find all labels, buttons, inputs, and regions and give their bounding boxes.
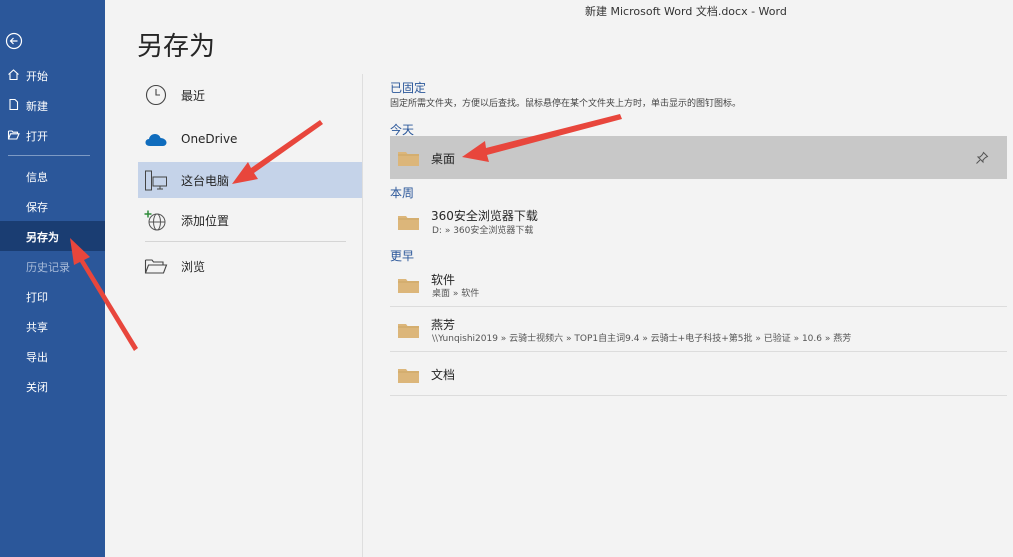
nav-item-label: 另存为 <box>26 231 59 244</box>
nav-item-share[interactable]: 共享 <box>0 311 105 341</box>
cloud-icon <box>144 129 168 151</box>
folder-path: D: » 360安全浏览器下载 <box>432 226 534 236</box>
folder-row-software[interactable]: 软件 桌面 » 软件 <box>390 263 1007 307</box>
folder-icon <box>398 322 419 338</box>
nav-item-label: 新建 <box>26 100 48 113</box>
folder-row-360-downloads[interactable]: 360安全浏览器下载 D: » 360安全浏览器下载 <box>390 200 1007 244</box>
nav-item-open[interactable]: 打开 <box>0 122 105 148</box>
column-divider <box>362 74 363 557</box>
nav-item-export[interactable]: 导出 <box>0 341 105 371</box>
folder-icon <box>398 214 419 230</box>
back-arrow-icon[interactable] <box>3 30 25 52</box>
nav-divider <box>8 155 90 156</box>
folder-path: \\Yunqishi2019 » 云骑士视频六 » TOP1自主词9.4 » 云… <box>432 334 852 344</box>
nav-item-save[interactable]: 保存 <box>0 191 105 221</box>
folder-name: 文档 <box>431 368 456 382</box>
nav-item-info[interactable]: 信息 <box>0 161 105 191</box>
nav-item-label: 共享 <box>26 321 48 334</box>
folder-icon <box>398 277 419 293</box>
earlier-heading: 更早 <box>390 249 415 263</box>
folder-icon <box>398 367 419 383</box>
browse-folder-icon <box>144 255 168 277</box>
nav-item-label: 信息 <box>26 171 48 184</box>
folder-row-documents[interactable]: 文档 <box>390 352 1007 396</box>
location-browse[interactable]: 浏览 <box>138 248 362 284</box>
computer-icon <box>144 169 168 191</box>
nav-item-label: 打印 <box>26 291 48 304</box>
location-this-pc[interactable]: 这台电脑 <box>138 162 362 198</box>
nav-item-label: 关闭 <box>26 381 48 394</box>
nav-item-label: 保存 <box>26 201 48 214</box>
backstage-nav: 开始 新建 打开 信息 保存 另存为 历史记录 打印 共享 导出 关闭 <box>0 0 105 557</box>
nav-item-print[interactable]: 打印 <box>0 281 105 311</box>
folder-row-yanfang[interactable]: 燕芳 \\Yunqishi2019 » 云骑士视频六 » TOP1自主词9.4 … <box>390 307 1007 352</box>
folder-name: 桌面 <box>431 152 456 166</box>
nav-item-label: 打开 <box>26 130 48 143</box>
nav-item-home[interactable]: 开始 <box>0 62 105 88</box>
nav-item-close[interactable]: 关闭 <box>0 371 105 401</box>
nav-item-label: 导出 <box>26 351 48 364</box>
location-label: 浏览 <box>181 260 206 274</box>
location-recent[interactable]: 最近 <box>138 77 362 113</box>
location-onedrive[interactable]: OneDrive <box>138 122 362 158</box>
location-label: 添加位置 <box>181 214 230 228</box>
clock-icon <box>144 84 168 106</box>
row-divider <box>390 395 1007 396</box>
nav-item-history[interactable]: 历史记录 <box>0 251 105 281</box>
location-label: OneDrive <box>181 132 238 146</box>
window-title: 新建 Microsoft Word 文档.docx - Word <box>585 5 787 18</box>
nav-item-save-as[interactable]: 另存为 <box>0 221 105 251</box>
folder-path: 桌面 » 软件 <box>432 289 480 299</box>
globe-add-icon <box>144 209 168 231</box>
location-label: 这台电脑 <box>181 174 230 188</box>
nav-item-new[interactable]: 新建 <box>0 92 105 118</box>
nav-item-label: 开始 <box>26 70 48 83</box>
new-document-icon <box>7 98 20 111</box>
open-folder-icon <box>7 128 20 141</box>
week-heading: 本周 <box>390 186 415 200</box>
nav-item-label: 历史记录 <box>26 261 70 274</box>
home-icon <box>7 68 20 81</box>
pin-icon[interactable] <box>975 150 989 164</box>
page-title: 另存为 <box>137 32 216 62</box>
folder-row-desktop[interactable]: 桌面 <box>390 136 1007 179</box>
folder-name: 360安全浏览器下载 <box>431 209 538 223</box>
location-add-place[interactable]: 添加位置 <box>138 202 362 238</box>
folder-icon <box>398 150 419 166</box>
location-divider <box>145 241 346 242</box>
location-label: 最近 <box>181 89 206 103</box>
pinned-heading: 已固定 <box>390 81 427 95</box>
pinned-description: 固定所需文件夹，方便以后查找。鼠标悬停在某个文件夹上方时，单击显示的图钉图标。 <box>390 99 742 109</box>
